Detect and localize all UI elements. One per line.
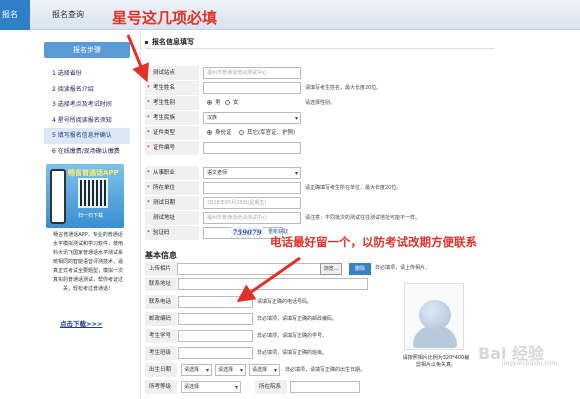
arrow-required <box>126 34 149 83</box>
arrow-phone <box>236 256 301 303</box>
watermark-sub: jingyan.baidu.com <box>502 360 558 367</box>
